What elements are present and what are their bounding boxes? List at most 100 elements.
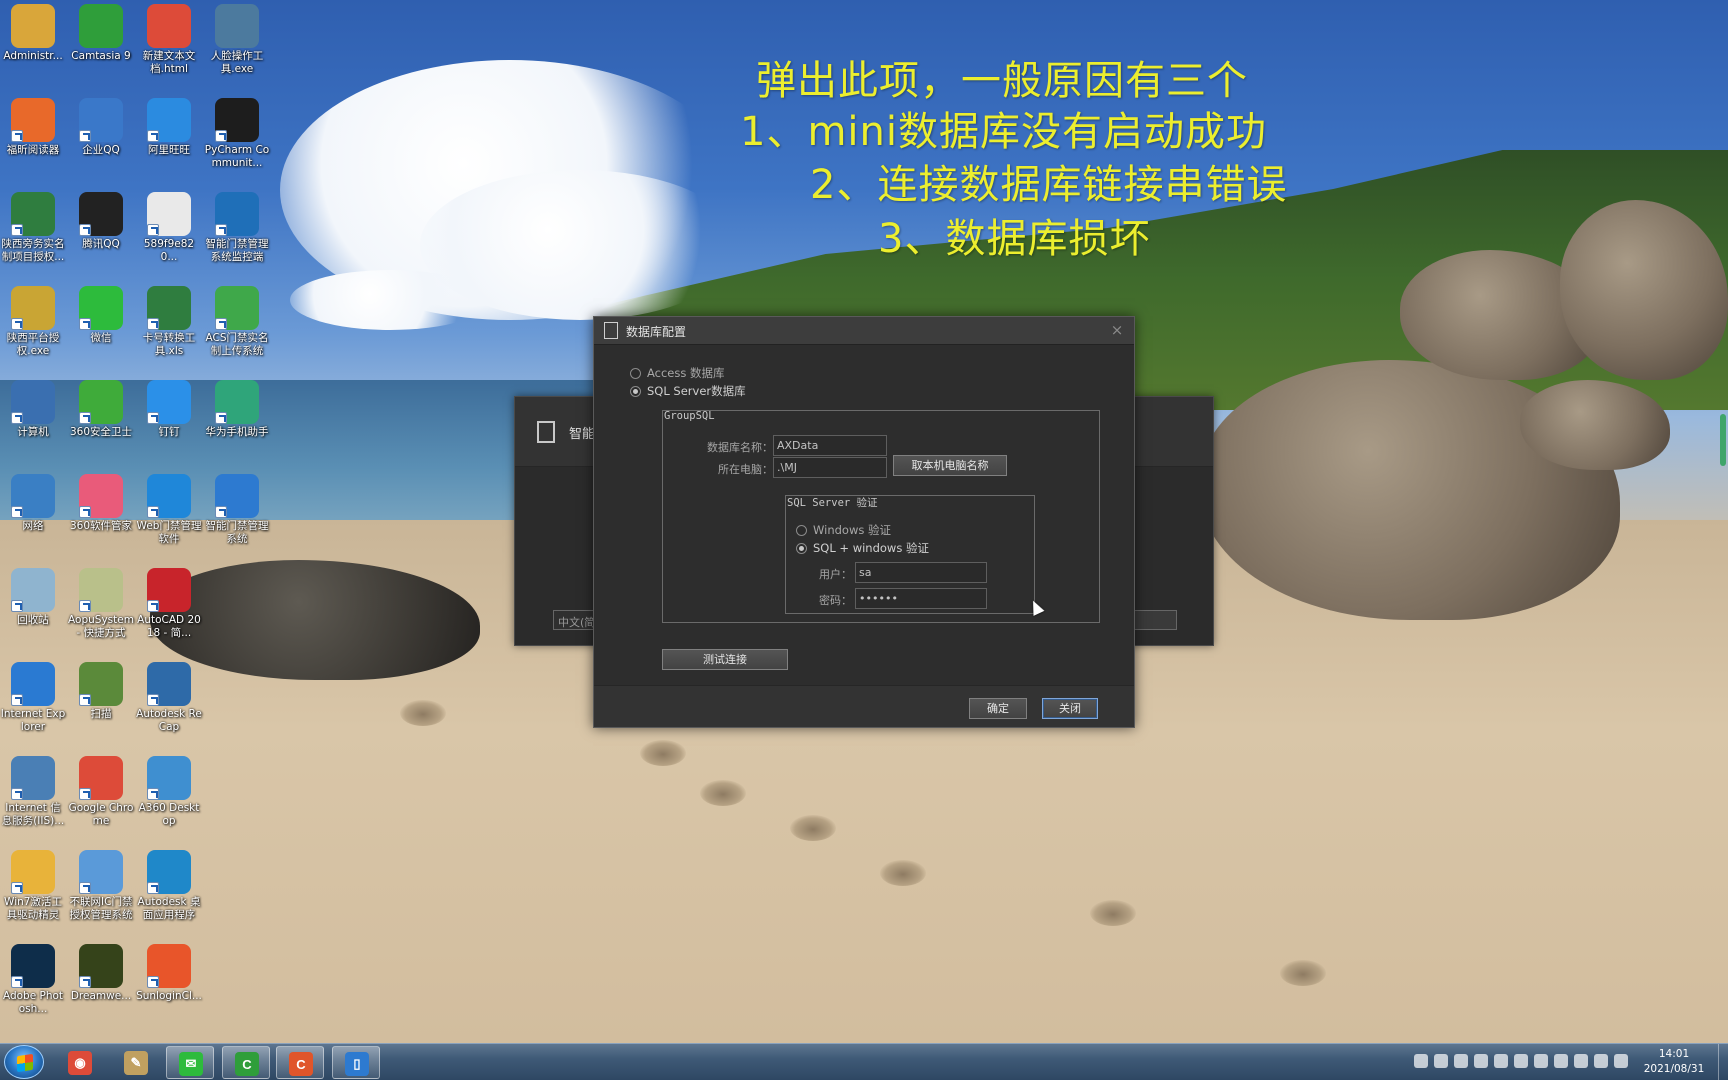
radio-button-selected[interactable] [796, 542, 807, 554]
desktop-icon[interactable]: 不联网IC门禁授权管理系统 [68, 846, 134, 932]
password-input[interactable] [855, 588, 987, 609]
desktop-icon[interactable]: Web门禁管理软件 [136, 470, 202, 556]
desktop-icon[interactable]: 新建文本文档.html [136, 0, 202, 86]
access-db-radio[interactable]: Access 数据库 [630, 365, 725, 381]
desktop-icon[interactable]: ACS门禁实名制上传系统 [204, 282, 270, 368]
folder-icon [79, 568, 123, 612]
desktop-icon[interactable]: 阿里旺旺 [136, 94, 202, 180]
wechat-icon[interactable] [1534, 1054, 1548, 1068]
desktop-icon[interactable]: Internet Explorer [0, 658, 66, 744]
tray-app-icon[interactable] [1554, 1054, 1568, 1068]
desktop-icon[interactable]: 589f9e820... [136, 188, 202, 274]
desktop-icon[interactable]: AopuSystem - 快捷方式 [68, 564, 134, 650]
desktop-icon-label: 微信 [90, 332, 112, 344]
enterprise-qq-icon [79, 98, 123, 142]
desktop-icon-label: ACS门禁实名制上传系统 [205, 332, 269, 357]
taskbar-app-button[interactable]: C [222, 1046, 270, 1079]
desktop-icon[interactable]: Camtasia 9 [68, 0, 134, 86]
edge-handle[interactable] [1720, 414, 1726, 466]
footprint [400, 700, 446, 726]
desktop-icon[interactable]: A360 Desktop [136, 752, 202, 838]
radio-button-selected[interactable] [630, 385, 641, 397]
taskbar-app-button[interactable]: ▯ [332, 1046, 380, 1079]
desktop-icon[interactable]: SunloginCl... [136, 940, 202, 1026]
test-connection-button[interactable]: 测试连接 [662, 649, 788, 670]
desktop-icon[interactable]: Dreamwe... [68, 940, 134, 1026]
desktop-icon[interactable]: 陕西平台授权.exe [0, 282, 66, 368]
desktop-icon[interactable]: Autodesk ReCap [136, 658, 202, 744]
server-input[interactable] [773, 457, 887, 478]
footprint [1090, 900, 1136, 926]
taskbar-app-button[interactable]: ✎ [112, 1046, 160, 1079]
desktop-icon[interactable]: 卡号转换工具.xls [136, 282, 202, 368]
tray-app-icon[interactable] [1454, 1054, 1468, 1068]
windows-auth-radio[interactable]: Windows 验证 [796, 522, 891, 538]
volume-icon[interactable] [1614, 1054, 1628, 1068]
desktop-icon[interactable]: 华为手机助手 [204, 376, 270, 462]
tray-app-icon[interactable] [1514, 1054, 1528, 1068]
shortcut-arrow-icon [147, 412, 159, 424]
desktop-icon[interactable]: 计算机 [0, 376, 66, 462]
desktop-icon[interactable]: 360软件管家 [68, 470, 134, 556]
shortcut-arrow-icon [79, 130, 91, 142]
desktop-icon[interactable]: 钉钉 [136, 376, 202, 462]
tray-app-icon[interactable] [1494, 1054, 1508, 1068]
keyboard-icon[interactable] [1414, 1054, 1428, 1068]
db-name-input[interactable] [773, 435, 887, 456]
desktop-icon[interactable]: 微信 [68, 282, 134, 368]
windows-logo-icon [17, 1053, 33, 1073]
door-app-icon [215, 474, 259, 518]
desktop-icon[interactable]: 企业QQ [68, 94, 134, 180]
tray-app-icon[interactable] [1474, 1054, 1488, 1068]
desktop-icon[interactable]: 扫描 [68, 658, 134, 744]
help-icon[interactable] [1434, 1054, 1448, 1068]
shortcut-arrow-icon [79, 882, 91, 894]
shortcut-arrow-icon [79, 976, 91, 988]
desktop-icon[interactable]: 回收站 [0, 564, 66, 650]
desktop-icon[interactable]: 智能门禁管理系统 [204, 470, 270, 556]
folder-icon [11, 4, 55, 48]
desktop-icon[interactable]: 360安全卫士 [68, 376, 134, 462]
ok-button[interactable]: 确定 [969, 698, 1027, 719]
sql-windows-auth-radio[interactable]: SQL + windows 验证 [796, 540, 929, 556]
taskbar-app-button[interactable]: C [276, 1046, 324, 1079]
desktop-icon[interactable]: Google Chrome [68, 752, 134, 838]
desktop-icon[interactable]: Autodesk 桌面应用程序 [136, 846, 202, 932]
desktop-icon[interactable]: Administr... [0, 0, 66, 86]
desktop-icon[interactable]: 网络 [0, 470, 66, 556]
desktop-icon[interactable]: 福昕阅读器 [0, 94, 66, 180]
close-icon[interactable]: × [1108, 321, 1126, 339]
desktop-icon[interactable]: 智能门禁管理系统监控端 [204, 188, 270, 274]
shortcut-arrow-icon [215, 318, 227, 330]
taskbar-app-button[interactable]: ◉ [56, 1046, 104, 1079]
flag-icon[interactable] [1574, 1054, 1588, 1068]
close-button[interactable]: 关闭 [1042, 698, 1098, 719]
radio-button[interactable] [796, 524, 807, 536]
shortcut-arrow-icon [11, 224, 23, 236]
start-button[interactable] [4, 1045, 44, 1079]
user-input[interactable] [855, 562, 987, 583]
clock-date: 2021/08/31 [1643, 1063, 1705, 1075]
dialog-titlebar[interactable]: 数据库配置 × [594, 317, 1134, 345]
radio-button[interactable] [630, 367, 641, 379]
desktop-icon[interactable]: PyCharm Communit... [204, 94, 270, 180]
dialog-footer: 确定 关闭 [594, 685, 1134, 727]
taskbar-app-button[interactable]: ✉ [166, 1046, 214, 1079]
desktop-icon[interactable]: Win7激活工具驱动精灵 [0, 846, 66, 932]
show-desktop-button[interactable] [1718, 1044, 1728, 1080]
desktop-icon-label: 卡号转换工具.xls [142, 332, 196, 357]
desktop-icon[interactable]: 腾讯QQ [68, 188, 134, 274]
desktop-icon[interactable]: 人脸操作工具.exe [204, 0, 270, 86]
system-clock[interactable]: 14:01 2021/08/31 [1634, 1047, 1714, 1077]
desktop-icon-label: Camtasia 9 [71, 50, 131, 62]
desktop-icon[interactable]: AutoCAD 2018 - 简... [136, 564, 202, 650]
note-heading: 弹出此项，一般原因有三个 [756, 58, 1248, 104]
monitor-icon[interactable] [1594, 1054, 1608, 1068]
desktop-icon[interactable]: Adobe Photosh... [0, 940, 66, 1026]
get-computer-name-button[interactable]: 取本机电脑名称 [893, 455, 1007, 476]
sqlserver-db-radio[interactable]: SQL Server数据库 [630, 383, 746, 399]
sql-windows-auth-label: SQL + windows 验证 [813, 541, 929, 555]
desktop-icon[interactable]: Internet 信息服务(IIS)... [0, 752, 66, 838]
dreamweaver-icon [79, 944, 123, 988]
desktop-icon[interactable]: 陕西旁务实名制项目授权... [0, 188, 66, 274]
